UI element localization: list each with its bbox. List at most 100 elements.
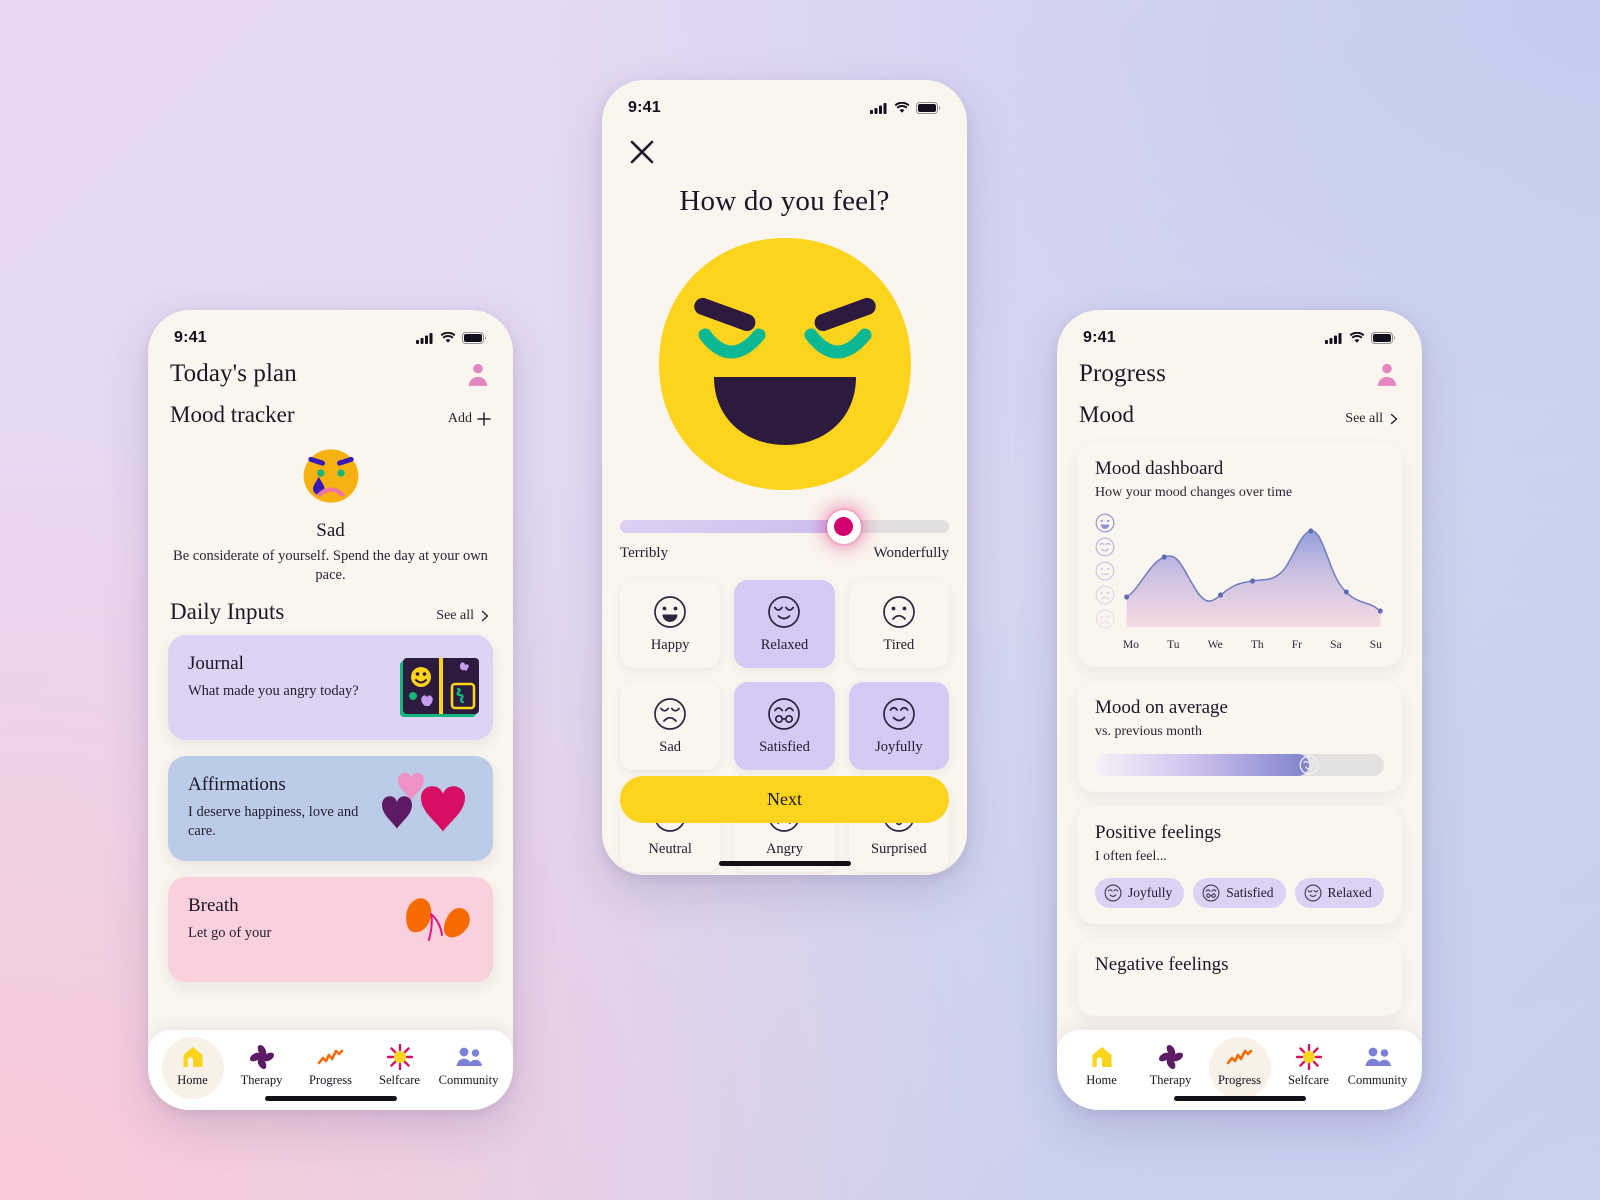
tab-selfcare[interactable]: Selfcare bbox=[369, 1038, 431, 1088]
tab-therapy[interactable]: Therapy bbox=[231, 1038, 293, 1088]
tab-community[interactable]: Community bbox=[1347, 1038, 1409, 1088]
see-all-label: See all bbox=[436, 608, 474, 624]
current-mood-block: Sad Be considerate of yourself. Spend th… bbox=[148, 428, 513, 585]
slider-track[interactable] bbox=[620, 509, 949, 544]
mood-option-relaxed[interactable]: Relaxed bbox=[734, 580, 835, 668]
mood-option-happy[interactable]: Happy bbox=[620, 580, 721, 668]
wifi-icon bbox=[440, 332, 456, 343]
daily-inputs-list[interactable]: Journal What made you angry today? Affir… bbox=[148, 625, 513, 983]
positive-feelings-card[interactable]: Positive feelings I often feel... Joyful… bbox=[1077, 806, 1402, 924]
mood-section-title: Mood bbox=[1079, 402, 1134, 427]
dashboard-title: Mood dashboard bbox=[1095, 458, 1224, 479]
relaxed-face-icon bbox=[768, 595, 801, 628]
average-progress-fill bbox=[1095, 754, 1309, 776]
satisfied-face-icon bbox=[1202, 884, 1220, 902]
average-title: Mood on average bbox=[1095, 697, 1228, 718]
tab-progress[interactable]: Progress bbox=[300, 1038, 362, 1088]
mood-label: Angry bbox=[765, 840, 804, 857]
mood-average-card[interactable]: Mood on average vs. previous month bbox=[1077, 681, 1402, 792]
daily-input-card-journal[interactable]: Journal What made you angry today? bbox=[168, 635, 493, 741]
positive-subtitle: I often feel... bbox=[1095, 849, 1167, 864]
next-button[interactable]: Next bbox=[620, 776, 949, 823]
question-title: How do you feel? bbox=[679, 185, 890, 217]
mood-description: Be considerate of yourself. Spend the da… bbox=[173, 548, 488, 584]
chip-label: Relaxed bbox=[1327, 885, 1372, 900]
average-progress-bar[interactable] bbox=[1095, 754, 1384, 776]
mood-slider[interactable]: Terribly Wonderfully bbox=[602, 509, 967, 562]
left-header: Today's plan bbox=[148, 356, 513, 388]
tab-label: Progress bbox=[308, 1073, 353, 1087]
mood-area-chart bbox=[1124, 528, 1383, 627]
status-bar: 9:41 bbox=[602, 80, 967, 126]
tab-label: Selfcare bbox=[379, 1073, 420, 1087]
mood-tracker-title: Mood tracker bbox=[170, 402, 295, 427]
negative-feelings-card[interactable]: Negative feelings bbox=[1077, 938, 1402, 1016]
daily-inputs-see-all-button[interactable]: See all bbox=[436, 608, 491, 624]
chart-y-axis bbox=[1095, 511, 1121, 651]
people-icon bbox=[1363, 1044, 1393, 1070]
daily-inputs-title: Daily Inputs bbox=[170, 599, 285, 625]
mood-label: Relaxed bbox=[760, 636, 809, 653]
status-time: 9:41 bbox=[628, 99, 661, 116]
mood-option-sad[interactable]: Sad bbox=[620, 682, 721, 770]
slider-min-label: Terribly bbox=[620, 545, 669, 561]
daily-input-card-breath[interactable]: Breath Let go of your bbox=[168, 877, 493, 983]
dashboard-subtitle: How your mood changes over time bbox=[1095, 485, 1293, 500]
add-mood-button[interactable]: Add bbox=[448, 411, 491, 427]
status-time: 9:41 bbox=[1083, 329, 1116, 346]
tab-label: Community bbox=[438, 1073, 499, 1087]
tab-selfcare[interactable]: Selfcare bbox=[1278, 1038, 1340, 1088]
positive-chip-list[interactable]: Joyfully Satisfied Relaxed bbox=[1095, 878, 1384, 908]
home-indicator bbox=[264, 1096, 397, 1101]
daily-inputs-header: Daily Inputs See all bbox=[148, 585, 513, 625]
mood-section-header: Mood See all bbox=[1057, 388, 1422, 428]
card-text: What made you angry today? bbox=[188, 683, 359, 700]
mood-name: Sad bbox=[316, 520, 345, 541]
mood-options-grid[interactable]: Happy Relaxed Tired Sad Satisfied Joyful… bbox=[602, 562, 967, 872]
mood-option-tired[interactable]: Tired bbox=[848, 580, 949, 668]
daily-input-card-affirmations[interactable]: Affirmations I deserve happiness, love a… bbox=[168, 756, 493, 862]
mood-option-joyfully[interactable]: Joyfully bbox=[848, 682, 949, 770]
avatar-icon[interactable] bbox=[465, 361, 491, 387]
feeling-chip-joyfully[interactable]: Joyfully bbox=[1095, 878, 1185, 908]
tab-home[interactable]: Home bbox=[1071, 1038, 1133, 1088]
page-title: Progress bbox=[1079, 360, 1166, 387]
slider-max-label: Wonderfully bbox=[873, 545, 949, 561]
cellular-icon bbox=[416, 333, 433, 344]
x-tick: Tu bbox=[1167, 639, 1180, 651]
mood-see-all-button[interactable]: See all bbox=[1345, 411, 1400, 427]
house-icon bbox=[1089, 1044, 1115, 1070]
mood-dashboard-card[interactable]: Mood dashboard How your mood changes ove… bbox=[1077, 442, 1402, 667]
status-bar: 9:41 bbox=[148, 310, 513, 356]
tab-progress[interactable]: Progress bbox=[1209, 1038, 1271, 1088]
tab-label: Therapy bbox=[240, 1073, 283, 1087]
relaxed-face-icon bbox=[1304, 884, 1321, 902]
zigzag-icon bbox=[1226, 1044, 1254, 1070]
status-icons bbox=[1325, 332, 1396, 344]
wifi-icon bbox=[1349, 332, 1365, 343]
x-tick: Mo bbox=[1123, 639, 1139, 651]
mood-label: Satisfied bbox=[759, 738, 810, 755]
mood-option-satisfied[interactable]: Satisfied bbox=[734, 682, 835, 770]
sun-icon bbox=[386, 1044, 413, 1070]
hearts-art-icon bbox=[382, 772, 465, 832]
tab-therapy[interactable]: Therapy bbox=[1140, 1038, 1202, 1088]
relaxed-grinning-face-emoji bbox=[658, 238, 911, 490]
avatar-icon[interactable] bbox=[1374, 361, 1400, 387]
satisfied-face-icon bbox=[768, 697, 801, 730]
feeling-chip-satisfied[interactable]: Satisfied bbox=[1193, 878, 1286, 908]
slider-knob[interactable] bbox=[826, 509, 861, 544]
mood-label: Sad bbox=[659, 738, 682, 755]
add-label: Add bbox=[447, 411, 472, 426]
feeling-chip-relaxed[interactable]: Relaxed bbox=[1294, 878, 1384, 908]
journal-art-icon bbox=[400, 657, 479, 717]
positive-title: Positive feelings bbox=[1095, 822, 1222, 843]
close-button[interactable] bbox=[602, 126, 967, 171]
negative-title: Negative feelings bbox=[1095, 954, 1229, 975]
people-icon bbox=[454, 1044, 484, 1070]
plus-icon bbox=[477, 412, 491, 426]
tab-community[interactable]: Community bbox=[438, 1038, 500, 1088]
tab-home[interactable]: Home bbox=[162, 1038, 224, 1088]
smiling-face-icon[interactable] bbox=[1299, 755, 1319, 775]
grinning-face-icon bbox=[1095, 513, 1115, 533]
